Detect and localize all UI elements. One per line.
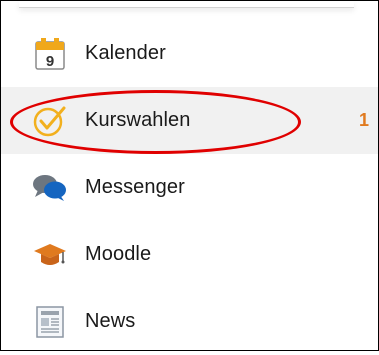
checkmark-icon xyxy=(32,103,68,139)
newspaper-icon xyxy=(32,304,68,340)
calendar-day-number: 9 xyxy=(46,53,54,70)
menu-item-label: Messenger xyxy=(85,176,185,198)
menu-item-label: Kalender xyxy=(85,42,166,64)
menu-item-label: Kurswahlen xyxy=(85,109,191,131)
menu-item-label: News xyxy=(85,310,136,332)
menu-item-label: Moodle xyxy=(85,243,152,265)
top-divider xyxy=(1,1,378,15)
side-menu: 9 Kalender Kurswahlen 1 Messenger Moodle… xyxy=(1,20,378,355)
menu-item-kurswahlen[interactable]: Kurswahlen 1 xyxy=(1,87,378,154)
menu-item-news[interactable]: News xyxy=(1,288,378,355)
menu-item-moodle[interactable]: Moodle xyxy=(1,221,378,288)
count-badge: 1 xyxy=(358,110,369,130)
menu-item-messenger[interactable]: Messenger xyxy=(1,154,378,221)
chat-bubbles-icon xyxy=(32,170,68,206)
menu-item-kalender[interactable]: 9 Kalender xyxy=(1,20,378,87)
graduation-cap-icon xyxy=(32,237,68,273)
app-frame: 9 Kalender Kurswahlen 1 Messenger Moodle… xyxy=(0,0,379,351)
calendar-icon: 9 xyxy=(32,36,68,72)
